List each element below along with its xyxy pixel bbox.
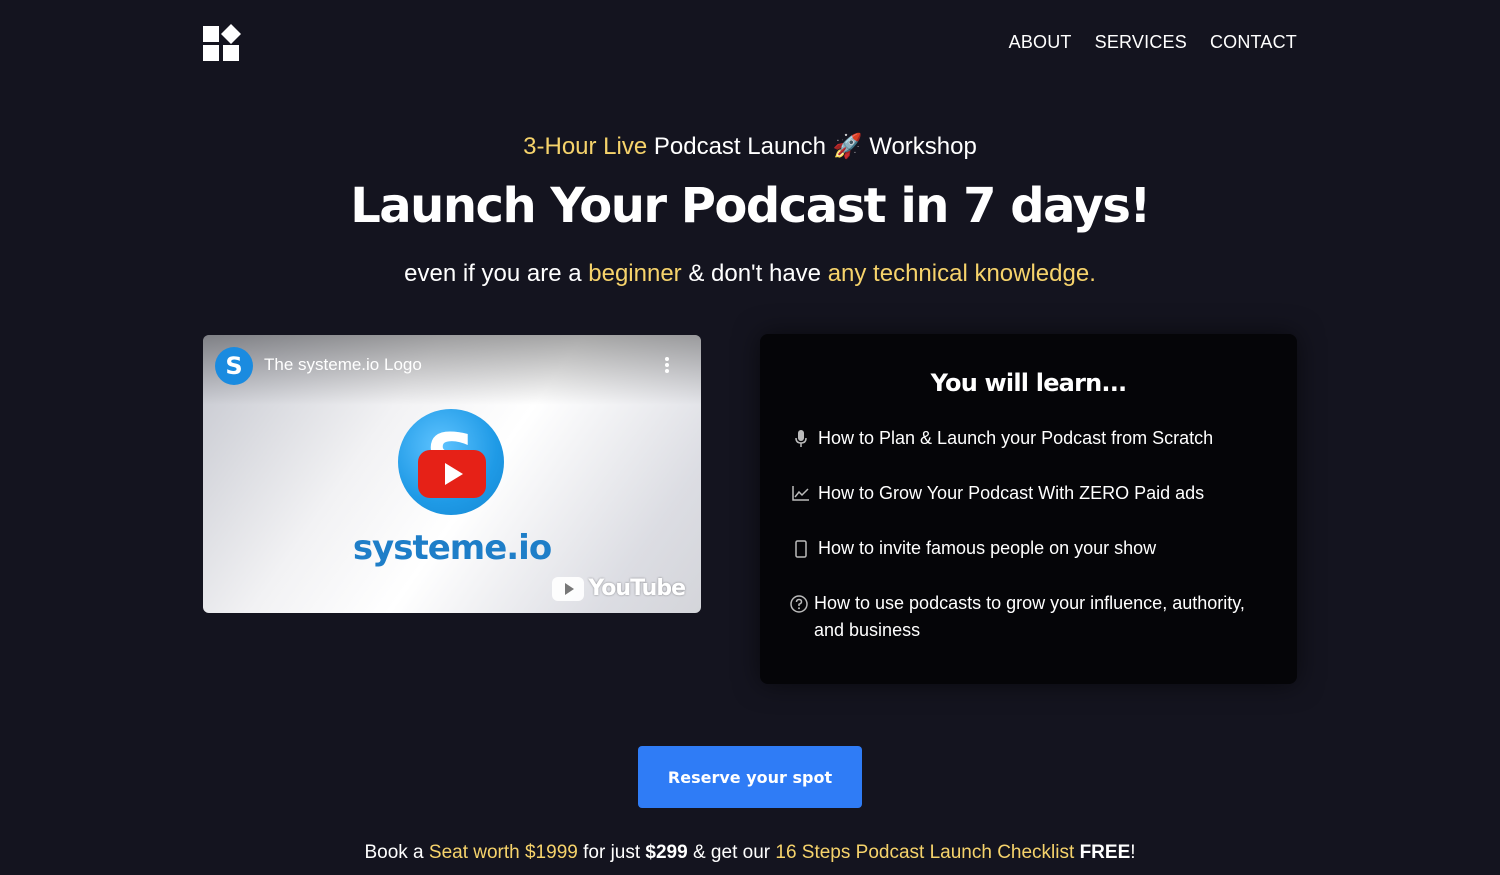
learn-title: You will learn... [930,369,1127,397]
workshop-eyebrow: 3-Hour Live Podcast Launch 🚀 Workshop [0,130,1500,164]
learn-item: How to Plan & Launch your Podcast from S… [790,425,1257,452]
youtube-watermark[interactable]: YouTube [552,576,686,601]
eyebrow-highlight: 3-Hour Live [523,133,648,160]
phone-icon [790,535,812,558]
eyebrow-middle: Podcast Launch [647,133,833,160]
sub-highlight-2: any technical knowledge. [827,260,1096,287]
offer-highlight-2: 16 Steps Podcast Launch Checklist [775,842,1075,863]
offer-highlight-1: Seat worth $1999 [428,842,578,863]
learn-item-text: How to Plan & Launch your Podcast from S… [818,428,1214,448]
video-title[interactable]: The systeme.io Logo [264,355,422,375]
brand-wordmark: systeme.io [352,528,552,568]
channel-avatar[interactable]: S [215,347,253,385]
page-title: Launch Your Podcast in 7 days! [350,178,1151,234]
reserve-spot-button[interactable]: Reserve your spot [638,746,862,808]
play-button[interactable] [418,450,486,498]
line-chart-icon [790,480,812,501]
learn-item: How to Grow Your Podcast With ZERO Paid … [790,480,1257,507]
learn-item-text: How to invite famous people on your show [818,538,1157,558]
top-nav: ABOUT SERVICES CONTACT [1009,32,1297,53]
youtube-play-icon [552,576,585,601]
more-options-icon[interactable] [661,357,673,377]
offer-part-2: for just [577,842,646,863]
hero-subtitle: even if you are a beginner & don't have … [0,258,1500,290]
eyebrow-end: Workshop [862,133,977,160]
site-logo[interactable] [203,24,243,62]
learn-card: You will learn... How to Plan & Launch y… [760,334,1297,684]
offer-free: FREE [1079,842,1131,863]
microphone-icon [790,425,812,448]
offer-text: Book a Seat worth $1999 for just $299 & … [0,842,1500,864]
offer-part-3: & get our [687,842,776,863]
nav-contact[interactable]: CONTACT [1210,32,1297,53]
offer-part-1: Book a [364,842,429,863]
sub-highlight-1: beginner [588,260,682,287]
sub-text-1: even if you are a [404,260,589,287]
youtube-video-embed[interactable]: S The systeme.io Logo S systeme.io YouTu… [203,335,701,613]
offer-part-4: ! [1130,842,1136,863]
question-circle-icon [790,590,808,613]
offer-price: $299 [645,842,688,863]
youtube-wordmark: YouTube [588,576,686,601]
sub-text-2: & don't have [681,260,828,287]
hero: 3-Hour Live Podcast Launch 🚀 Workshop La… [0,130,1500,290]
nav-about[interactable]: ABOUT [1009,32,1072,53]
rocket-icon: 🚀 [832,133,863,160]
learn-item: How to use podcasts to grow your influen… [790,590,1257,644]
learn-item-text: How to use podcasts to grow your influen… [814,593,1245,640]
nav-services[interactable]: SERVICES [1095,32,1187,53]
learn-item: How to invite famous people on your show [790,535,1257,562]
play-icon [445,463,463,485]
learn-item-text: How to Grow Your Podcast With ZERO Paid … [818,483,1205,503]
blocks-logo-icon [203,24,241,61]
